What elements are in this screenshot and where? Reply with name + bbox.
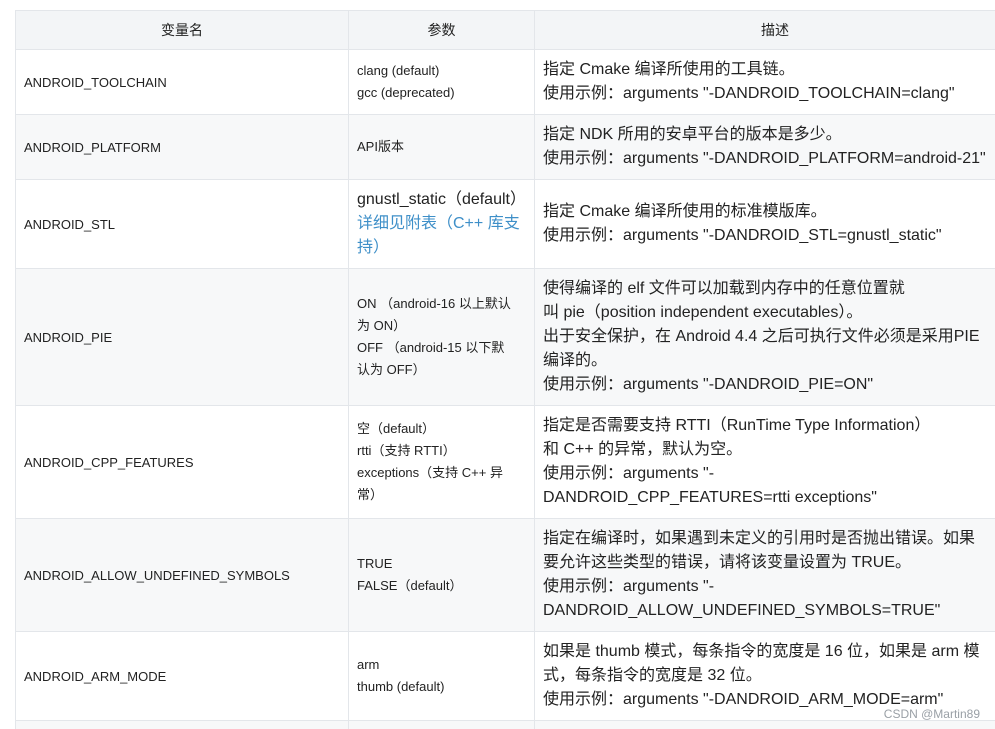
- param-value: TRUE: [357, 556, 393, 571]
- table-row: ANDROID_ALLOW_UNDEFINED_SYMBOLS TRUE FAL…: [15, 518, 995, 632]
- description-line: 使用示例：arguments "-: [543, 578, 715, 595]
- description-line: 指定 Cmake 编译所使用的工具链。: [543, 61, 795, 78]
- variable-name: ANDROID_CPP_FEATURES: [24, 454, 194, 470]
- variable-name-cell: ANDROID_ALLOW_UNDEFINED_SYMBOLS: [15, 518, 349, 632]
- table-row: ANDROID_PIE ON （android-16 以上默认 为 ON） OF…: [15, 268, 995, 406]
- description-line: 叫 pie（position independent executables）。: [543, 304, 863, 321]
- header-parameters: 参数: [348, 10, 535, 50]
- description-line: 使用示例：arguments "-: [543, 465, 715, 482]
- description-line: 出于安全保护，在 Android 4.4 之后可执行文件必须是采用PIE: [543, 328, 980, 345]
- description-line: DANDROID_CPP_FEATURES=rtti exceptions": [543, 489, 877, 506]
- param-value: 空（default）: [357, 421, 436, 436]
- header-description: 描述: [534, 10, 995, 50]
- params-cell: TRUE FALSE（default）: [348, 518, 535, 632]
- param-value: clang (default): [357, 63, 440, 78]
- description-line: 和 C++ 的异常，默认为空。: [543, 441, 743, 458]
- variable-name-cell: ANDROID_STL: [15, 179, 349, 269]
- description-line: 指定是否需要支持 RTTI（RunTime Type Information）: [543, 417, 931, 434]
- variable-name: ANDROID_PLATFORM: [24, 139, 161, 155]
- param-value: API版本: [357, 139, 404, 154]
- description-cell: [534, 720, 995, 729]
- variable-name-cell: ANDROID_TOOLCHAIN: [15, 49, 349, 115]
- params-cell: arm thumb (default): [348, 631, 535, 721]
- param-value: 认为 OFF）: [357, 362, 426, 377]
- param-value: 为 ON）: [357, 318, 407, 333]
- param-value: exceptions（支持 C++ 异: [357, 465, 503, 480]
- param-value: arm: [357, 657, 380, 672]
- description-line: 如果是 thumb 模式，每条指令的宽度是 16 位，如果是 arm 模: [543, 643, 980, 660]
- params-cell: API版本: [348, 114, 535, 180]
- page: 变量名 参数 描述 ANDROID_TOOLCHAIN clang (defau…: [0, 0, 995, 729]
- table-row: ANDROID_ARM_MODE arm thumb (default) 如果是…: [15, 631, 995, 721]
- table-row: [15, 720, 995, 729]
- description-line: 使用示例：arguments "-DANDROID_STL=gnustl_sta…: [543, 227, 942, 244]
- variable-name: ANDROID_TOOLCHAIN: [24, 74, 167, 90]
- param-value: 常）: [357, 487, 384, 502]
- variable-name: ANDROID_ARM_MODE: [24, 668, 167, 684]
- description-line: 使用示例：arguments "-DANDROID_PLATFORM=andro…: [543, 150, 986, 167]
- variable-name-cell: ANDROID_PLATFORM: [15, 114, 349, 180]
- params-cell: clang (default) gcc (deprecated): [348, 49, 535, 115]
- description-cell: 指定 NDK 所用的安卓平台的版本是多少。 使用示例：arguments "-D…: [534, 114, 995, 180]
- param-value: FALSE（default）: [357, 578, 463, 593]
- param-value: gcc (deprecated): [357, 85, 455, 100]
- description-cell: 指定是否需要支持 RTTI（RunTime Type Information） …: [534, 405, 995, 519]
- table-row: ANDROID_PLATFORM API版本 指定 NDK 所用的安卓平台的版本…: [15, 114, 995, 180]
- variable-name-cell: ANDROID_CPP_FEATURES: [15, 405, 349, 519]
- description-line: 指定在编译时，如果遇到未定义的引用时是否抛出错误。如果: [543, 530, 976, 547]
- param-value: thumb (default): [357, 679, 445, 694]
- description-cell: 指定在编译时，如果遇到未定义的引用时是否抛出错误。如果 要允许这些类型的错误，请…: [534, 518, 995, 632]
- appendix-link[interactable]: 持）: [357, 236, 526, 260]
- csdn-watermark: CSDN @Martin89: [883, 707, 980, 721]
- param-value: OFF （android-15 以下默: [357, 340, 505, 355]
- param-value: ON （android-16 以上默认: [357, 296, 511, 311]
- variable-name-cell: ANDROID_ARM_MODE: [15, 631, 349, 721]
- table-row: ANDROID_TOOLCHAIN clang (default) gcc (d…: [15, 49, 995, 115]
- description-line: 编译的。: [543, 352, 608, 369]
- description-cell: 指定 Cmake 编译所使用的工具链。 使用示例：arguments "-DAN…: [534, 49, 995, 115]
- variable-name: ANDROID_ALLOW_UNDEFINED_SYMBOLS: [24, 567, 290, 583]
- description-line: 指定 Cmake 编译所使用的标准模版库。: [543, 203, 827, 220]
- params-cell: ON （android-16 以上默认 为 ON） OFF （android-1…: [348, 268, 535, 406]
- description-line: DANDROID_ALLOW_UNDEFINED_SYMBOLS=TRUE": [543, 602, 941, 619]
- appendix-link[interactable]: 详细见附表（C++ 库支: [357, 212, 526, 236]
- table-row: ANDROID_STL gnustl_static（default） 详细见附表…: [15, 179, 995, 269]
- description-cell: 使得编译的 elf 文件可以加载到内存中的任意位置就 叫 pie（positio…: [534, 268, 995, 406]
- variable-name: ANDROID_PIE: [24, 329, 113, 345]
- variable-name-cell: [15, 720, 349, 729]
- description-line: 使用示例：arguments "-DANDROID_TOOLCHAIN=clan…: [543, 85, 955, 102]
- table-header-row: 变量名 参数 描述: [15, 10, 995, 50]
- description-line: 使得编译的 elf 文件可以加载到内存中的任意位置就: [543, 280, 905, 297]
- params-cell: 空（default） rtti（支持 RTTI） exceptions（支持 C…: [348, 405, 535, 519]
- table-row: ANDROID_CPP_FEATURES 空（default） rtti（支持 …: [15, 405, 995, 519]
- description-line: 式，每条指令的宽度是 32 位。: [543, 667, 762, 684]
- param-value: gnustl_static（default）: [357, 191, 526, 208]
- params-cell: gnustl_static（default） 详细见附表（C++ 库支 持）: [348, 179, 535, 269]
- variable-name: ANDROID_STL: [24, 216, 116, 232]
- param-value: rtti（支持 RTTI）: [357, 443, 456, 458]
- variable-name-cell: ANDROID_PIE: [15, 268, 349, 406]
- params-cell: [348, 720, 535, 729]
- description-line: 指定 NDK 所用的安卓平台的版本是多少。: [543, 126, 842, 143]
- description-line: 要允许这些类型的错误，请将该变量设置为 TRUE。: [543, 554, 912, 571]
- cmake-variables-table: 变量名 参数 描述 ANDROID_TOOLCHAIN clang (defau…: [15, 10, 995, 729]
- description-cell: 指定 Cmake 编译所使用的标准模版库。 使用示例：arguments "-D…: [534, 179, 995, 269]
- description-line: 使用示例：arguments "-DANDROID_PIE=ON": [543, 376, 874, 393]
- header-variable-name: 变量名: [15, 10, 349, 50]
